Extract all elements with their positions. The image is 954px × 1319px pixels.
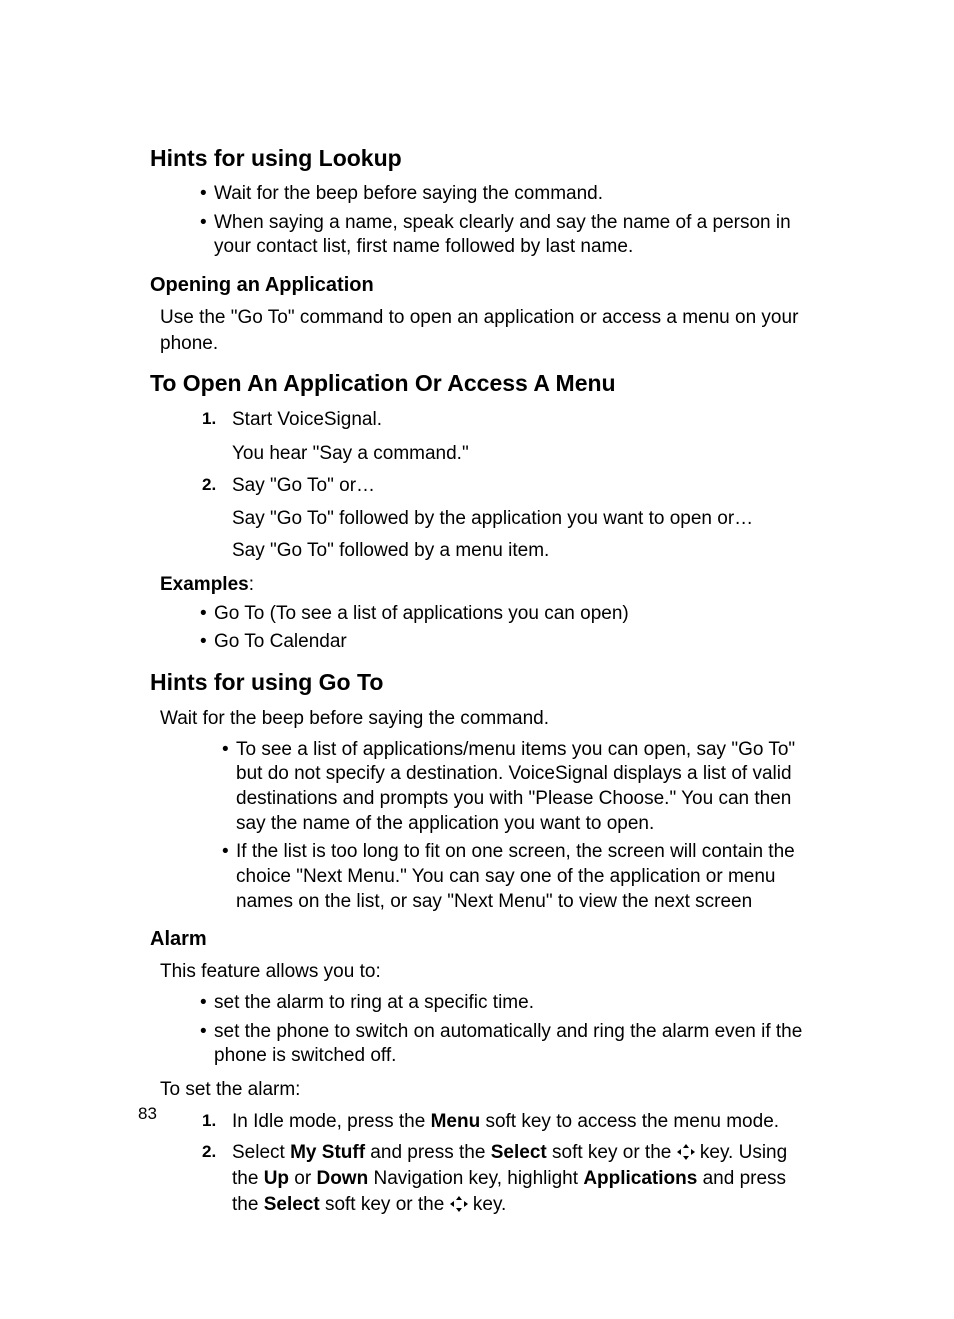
step-text-part: Navigation key, highlight: [368, 1168, 583, 1189]
step-number: 1.: [202, 1110, 216, 1133]
list-item: Go To (To see a list of applications you…: [200, 602, 804, 627]
examples-colon: :: [249, 574, 254, 595]
heading-opening-application: Opening an Application: [150, 274, 804, 297]
select-keyword: Select: [264, 1194, 320, 1215]
list-item: 1. Start VoiceSignal.: [202, 407, 804, 433]
nav-key-icon: [450, 1196, 468, 1212]
list-item: If the list is too long to fit on one sc…: [222, 840, 804, 914]
step-text-part: soft key or the: [320, 1194, 450, 1215]
applications-keyword: Applications: [583, 1168, 697, 1189]
examples-label: Examples:: [160, 574, 804, 596]
list-item: When saying a name, speak clearly and sa…: [200, 211, 804, 260]
step-text-part: or: [289, 1168, 316, 1189]
goto-intro: Wait for the beep before saying the comm…: [160, 706, 804, 732]
examples-bold: Examples: [160, 574, 249, 595]
heading-open-app-menu: To Open An Application Or Access A Menu: [150, 370, 804, 397]
alarm-bullets: set the alarm to ring at a specific time…: [200, 991, 804, 1069]
open-app-steps: 1. Start VoiceSignal.: [202, 407, 804, 433]
step-text-part: key.: [468, 1194, 507, 1215]
step-number: 2.: [202, 474, 216, 497]
step-text-part: soft key to access the menu mode.: [480, 1111, 779, 1132]
alarm-intro: This feature allows you to:: [160, 959, 804, 985]
mystuff-keyword: My Stuff: [290, 1142, 365, 1163]
step-text-part: Select: [232, 1142, 290, 1163]
step-text-part: In Idle mode, press the: [232, 1111, 431, 1132]
list-item: To see a list of applications/menu items…: [222, 738, 804, 837]
list-item: set the alarm to ring at a specific time…: [200, 991, 804, 1016]
page-number: 83: [138, 1104, 157, 1124]
sub-step-text: Say "Go To" followed by a menu item.: [232, 538, 804, 564]
list-item: 2. Say "Go To" or…: [202, 473, 804, 499]
up-keyword: Up: [264, 1168, 289, 1189]
examples-list: Go To (To see a list of applications you…: [200, 602, 804, 655]
heading-hints-goto: Hints for using Go To: [150, 669, 804, 696]
list-item: 1. In Idle mode, press the Menu soft key…: [202, 1109, 804, 1135]
list-item: set the phone to switch on automatically…: [200, 1020, 804, 1069]
nav-key-icon: [677, 1144, 695, 1160]
opening-text: Use the "Go To" command to open an appli…: [160, 305, 804, 356]
list-item: Wait for the beep before saying the comm…: [200, 182, 804, 207]
alarm-steps: 1. In Idle mode, press the Menu soft key…: [202, 1109, 804, 1218]
step-text: Say "Go To" or…: [232, 475, 375, 496]
menu-keyword: Menu: [431, 1111, 481, 1132]
heading-alarm: Alarm: [150, 928, 804, 951]
sub-step-text: Say "Go To" followed by the application …: [232, 506, 804, 532]
step-text: Start VoiceSignal.: [232, 409, 382, 430]
step-number: 1.: [202, 408, 216, 431]
step-text-part: and press the: [365, 1142, 491, 1163]
down-keyword: Down: [316, 1168, 368, 1189]
sub-step-text: You hear "Say a command.": [232, 441, 804, 467]
step-text-part: soft key or the: [547, 1142, 677, 1163]
open-app-steps-2: 2. Say "Go To" or…: [202, 473, 804, 499]
step-number: 2.: [202, 1141, 216, 1164]
goto-hints-list: To see a list of applications/menu items…: [222, 738, 804, 915]
list-item: Go To Calendar: [200, 630, 804, 655]
to-set-alarm: To set the alarm:: [160, 1077, 804, 1103]
page-content: Hints for using Lookup Wait for the beep…: [0, 0, 954, 1217]
heading-hints-lookup: Hints for using Lookup: [150, 145, 804, 172]
list-item: 2. Select My Stuff and press the Select …: [202, 1140, 804, 1217]
select-keyword: Select: [491, 1142, 547, 1163]
lookup-hints-list: Wait for the beep before saying the comm…: [200, 182, 804, 260]
